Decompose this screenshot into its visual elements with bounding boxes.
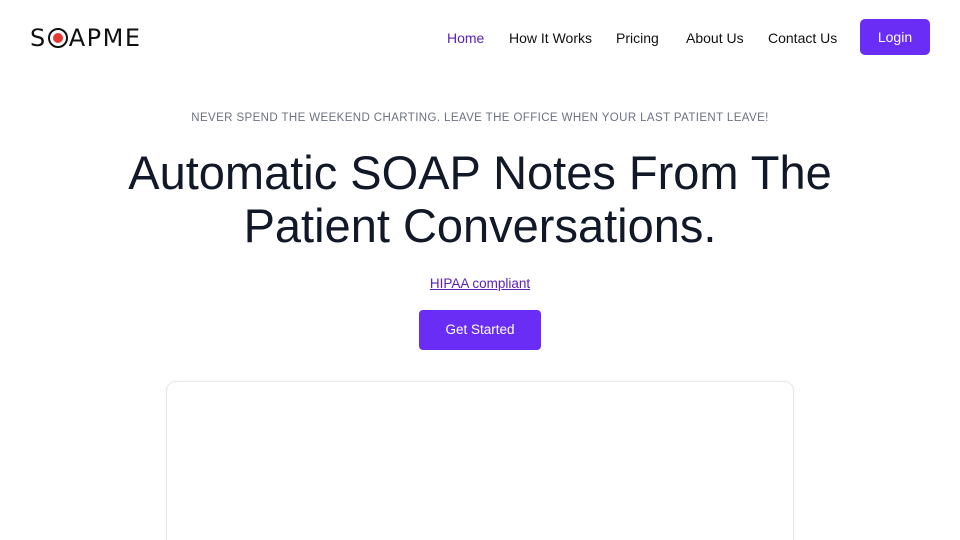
nav-how-it-works[interactable]: How It Works xyxy=(509,27,592,49)
main-nav: Home How It Works Pricing About Us Conta… xyxy=(0,27,960,49)
nav-about-us[interactable]: About Us xyxy=(686,27,744,49)
nav-contact-us[interactable]: Contact Us xyxy=(768,27,837,49)
login-button[interactable]: Login xyxy=(860,19,930,55)
preview-card xyxy=(166,381,794,540)
headline-line-2: Patient Conversations. xyxy=(243,199,717,252)
hero-tagline: NEVER SPEND THE WEEKEND CHARTING. LEAVE … xyxy=(191,112,769,124)
hipaa-link[interactable]: HIPAA compliant xyxy=(430,276,530,291)
headline-line-1: Automatic SOAP Notes From The xyxy=(128,146,832,199)
site-header: S APME Home How It Works Pricing About Us… xyxy=(0,0,960,76)
get-started-button[interactable]: Get Started xyxy=(419,310,541,350)
hero-headline: Automatic SOAP Notes From The Patient Co… xyxy=(0,146,960,252)
hipaa-container: HIPAA compliant xyxy=(0,276,960,291)
nav-home[interactable]: Home xyxy=(447,27,484,49)
nav-pricing[interactable]: Pricing xyxy=(616,27,659,49)
